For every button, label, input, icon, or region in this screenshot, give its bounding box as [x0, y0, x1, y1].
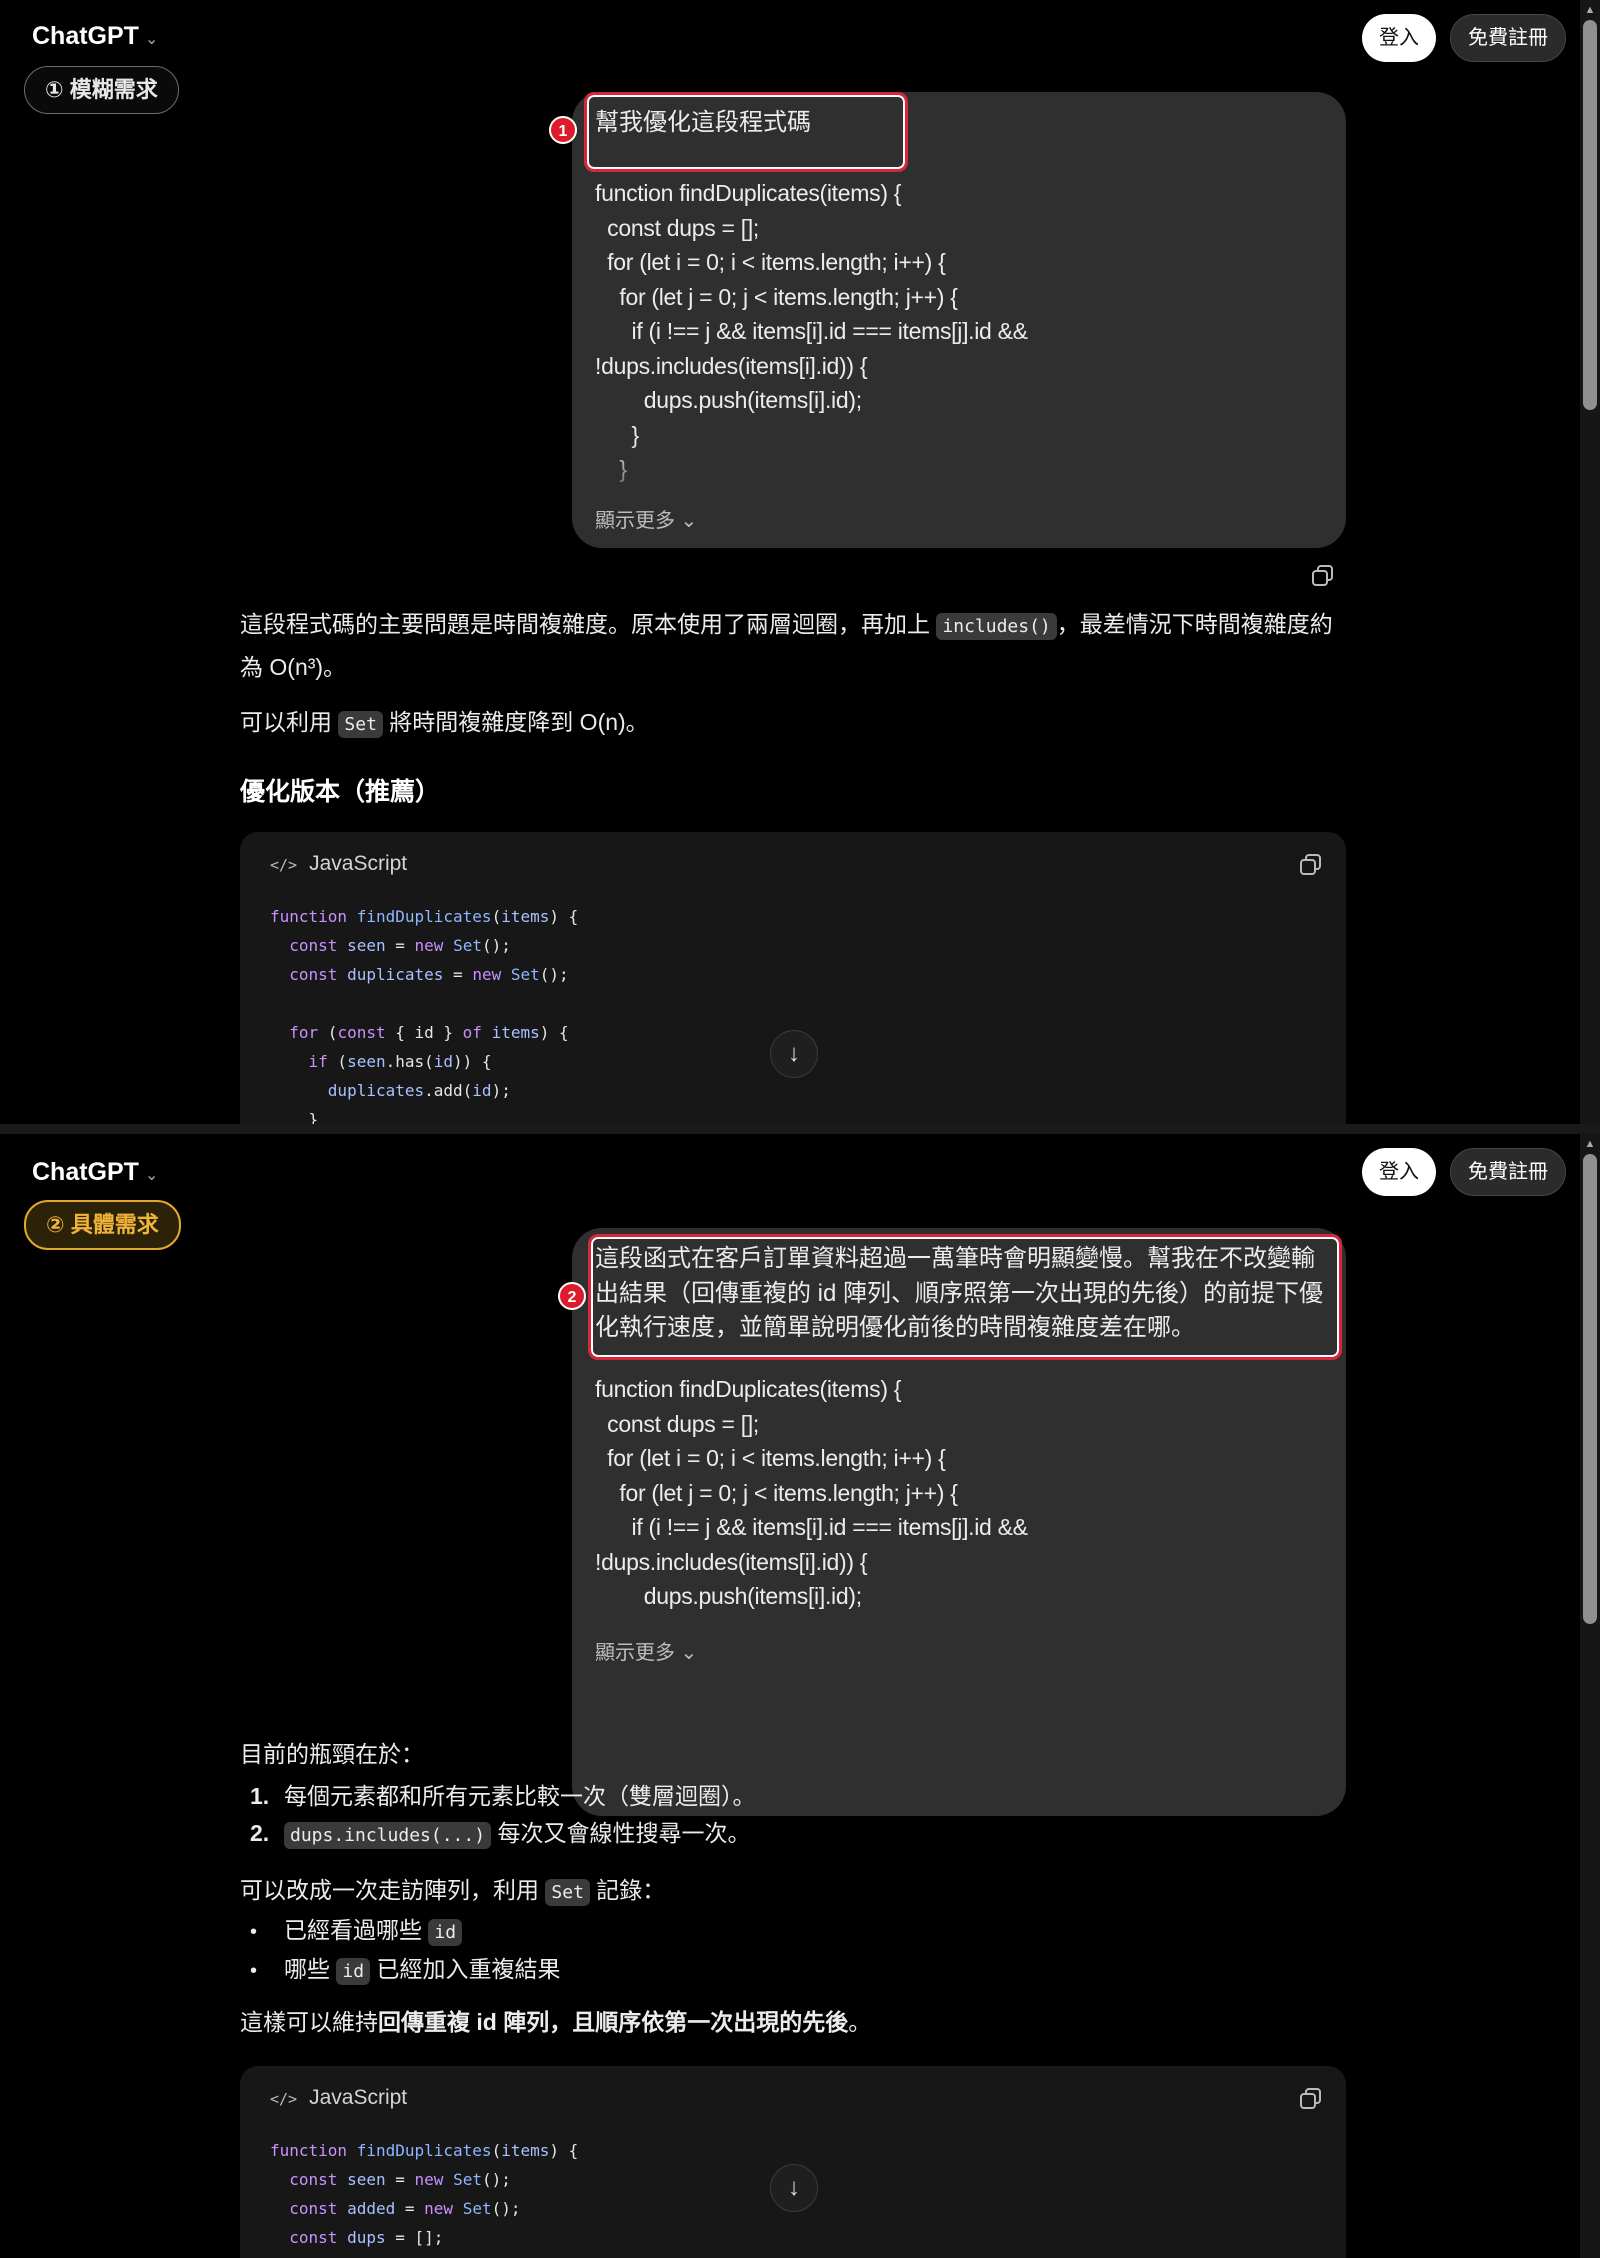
list-item: • 已經看過哪些 id [250, 1912, 560, 1951]
inline-code: includes() [936, 613, 1057, 640]
model-selector[interactable]: ChatGPT ⌄ [32, 22, 158, 51]
list-item: 1. 每個元素都和所有元素比較一次（雙層迴圈）。 [250, 1783, 756, 1809]
code-block: </> JavaScript function findDuplicates(it… [240, 2066, 1346, 2258]
panel-vague-request: ChatGPT ⌄ ① 模糊需求 登入 免費註冊 幫我優化這段程式碼 1 func… [0, 0, 1600, 1124]
chevron-down-icon: ⌄ [144, 31, 159, 48]
code-language-label: </> JavaScript [270, 2086, 408, 2109]
inline-code: id [428, 1919, 463, 1946]
login-button[interactable]: 登入 [1362, 1148, 1436, 1196]
code-language-label: </> JavaScript [270, 852, 408, 875]
code-content: function findDuplicates(items) { const s… [270, 2141, 579, 2247]
marker-1: 1 [549, 116, 577, 144]
scrollbar-thumb[interactable] [1583, 1154, 1597, 1624]
inline-code: Set [338, 711, 383, 738]
show-more-button[interactable]: 顯示更多 ⌄ [595, 504, 697, 533]
list-item: 2. dups.includes(...) 每次又會線性搜尋一次。 [250, 1815, 756, 1854]
signup-button[interactable]: 免費註冊 [1450, 1148, 1566, 1196]
panel-divider [0, 1124, 1600, 1134]
scrollbar-thumb[interactable] [1583, 20, 1597, 410]
scroll-up-arrow-icon[interactable]: ▲ [1583, 4, 1597, 18]
label-specific-request: ② 具體需求 [24, 1200, 181, 1250]
login-button[interactable]: 登入 [1362, 14, 1436, 62]
show-more-button[interactable]: 顯示更多 ⌄ [595, 1636, 697, 1665]
bullet-list: • 已經看過哪些 id • 哪些 id 已經加入重複結果 [250, 1912, 560, 1990]
inline-code: id [336, 1958, 371, 1985]
scroll-down-button[interactable]: ↓ [770, 1030, 818, 1078]
label-vague-request: ① 模糊需求 [24, 66, 179, 114]
code-block: </> JavaScript function findDuplicates(it… [240, 832, 1346, 1124]
model-selector[interactable]: ChatGPT ⌄ [32, 1158, 158, 1187]
section-heading: 優化版本（推薦） [240, 778, 441, 806]
code-icon: </> [270, 856, 298, 874]
marker-2: 2 [558, 1282, 586, 1310]
answer-paragraph-2: 可以改成一次走訪陣列，利用 Set 記錄： [240, 1870, 1350, 1913]
answer-paragraph-1: 這段程式碼的主要問題是時間複雜度。原本使用了兩層迴圈，再加上 includes(… [240, 611, 1333, 680]
copy-code-icon[interactable] [1298, 852, 1324, 878]
signup-button[interactable]: 免費註冊 [1450, 14, 1566, 62]
code-icon: </> [270, 2090, 298, 2108]
answer-paragraph-2: 可以利用 Set 將時間複雜度降到 O(n)。 [240, 702, 1350, 745]
list-item: • 哪些 id 已經加入重複結果 [250, 1951, 560, 1990]
scroll-up-arrow-icon[interactable]: ▲ [1583, 1138, 1597, 1152]
code-content: function findDuplicates(items) { const s… [270, 907, 579, 1124]
code-fade [572, 440, 1346, 510]
scroll-down-button[interactable]: ↓ [770, 2164, 818, 2212]
inline-code: Set [545, 1879, 590, 1906]
inline-code: dups.includes(...) [284, 1822, 492, 1849]
numbered-list: 1. 每個元素都和所有元素比較一次（雙層迴圈）。 2. dups.includes(… [250, 1778, 756, 1854]
chevron-down-icon: ⌄ [144, 1167, 159, 1184]
copy-icon[interactable] [1310, 563, 1336, 589]
answer-intro: 目前的瓶頸在於： [240, 1741, 424, 1767]
answer-paragraph-3: 這樣可以維持回傳重複 id 陣列，且順序依第一次出現的先後。 [240, 2009, 872, 2035]
prompt-highlight-box [588, 1234, 1342, 1360]
copy-code-icon[interactable] [1298, 2086, 1324, 2112]
user-code-snippet: function findDuplicates(items) { const d… [595, 1376, 1028, 1609]
panel-specific-request: ChatGPT ⌄ ② 具體需求 登入 免費註冊 這段函式在客戶訂單資料超過一萬筆… [0, 1134, 1600, 2258]
prompt-highlight-box [584, 92, 908, 172]
